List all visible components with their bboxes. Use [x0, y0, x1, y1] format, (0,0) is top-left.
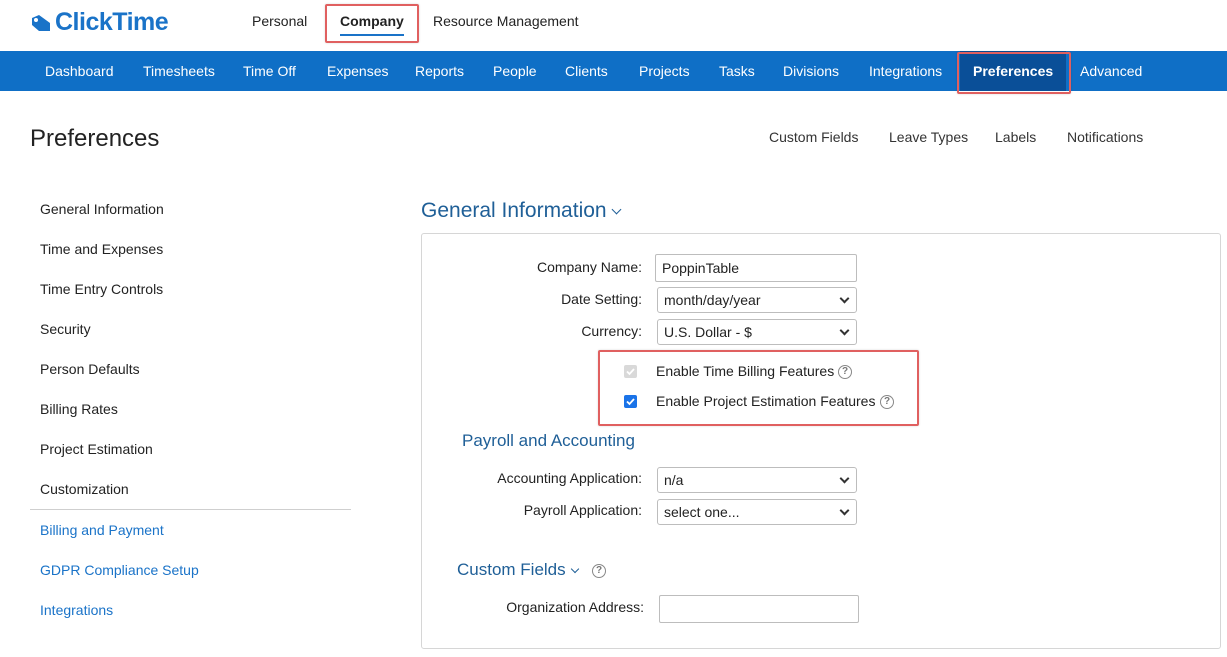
nav-divisions[interactable]: Divisions — [783, 51, 839, 91]
chevron-down-icon — [839, 505, 850, 516]
nav-clients[interactable]: Clients — [565, 51, 608, 91]
nav-dashboard[interactable]: Dashboard — [45, 51, 114, 91]
nav-people[interactable]: People — [493, 51, 537, 91]
time-billing-checkbox[interactable] — [624, 365, 637, 378]
general-information-title: General Information — [421, 199, 607, 222]
sidebar-item-customization[interactable]: Customization — [40, 481, 129, 497]
nav-reports[interactable]: Reports — [415, 51, 464, 91]
logo-text: ClickTime — [55, 8, 169, 36]
check-icon — [626, 368, 635, 376]
project-estimation-label: Enable Project Estimation Features — [656, 393, 876, 409]
check-icon — [626, 398, 635, 406]
nav-advanced[interactable]: Advanced — [1080, 51, 1142, 91]
currency-select[interactable]: U.S. Dollar - $ — [657, 319, 857, 345]
currency-value: U.S. Dollar - $ — [664, 324, 752, 340]
sidebar-link-billing-and-payment[interactable]: Billing and Payment — [40, 522, 164, 538]
sidebar-link-gdpr-compliance-setup[interactable]: GDPR Compliance Setup — [40, 562, 199, 578]
nav-tasks[interactable]: Tasks — [719, 51, 755, 91]
topnav-company-label: Company — [340, 13, 404, 29]
clicktime-logo[interactable]: ClickTime — [30, 8, 169, 37]
chevron-down-icon — [839, 325, 850, 336]
sidebar-item-billing-rates[interactable]: Billing Rates — [40, 401, 118, 417]
project-estimation-checkbox[interactable] — [624, 395, 637, 408]
sidebar-item-project-estimation[interactable]: Project Estimation — [40, 441, 153, 457]
chevron-down-icon — [839, 293, 850, 304]
topnav-resource-management[interactable]: Resource Management — [433, 13, 579, 29]
subnav-labels[interactable]: Labels — [995, 129, 1036, 145]
active-underline — [340, 34, 404, 36]
date-setting-value: month/day/year — [664, 292, 761, 308]
accounting-application-label: Accounting Application: — [497, 470, 642, 486]
accounting-application-value: n/a — [664, 472, 684, 488]
company-name-input[interactable] — [655, 254, 857, 282]
nav-projects[interactable]: Projects — [639, 51, 690, 91]
page-title: Preferences — [30, 125, 160, 152]
topnav-company[interactable]: Company — [340, 13, 404, 36]
main-nav: Dashboard Timesheets Time Off Expenses R… — [0, 51, 1227, 91]
payroll-accounting-title: Payroll and Accounting — [462, 431, 635, 450]
sidebar-item-general-information[interactable]: General Information — [40, 201, 164, 217]
top-bar: ClickTime Personal Company Resource Mana… — [0, 0, 1227, 51]
currency-label: Currency: — [581, 323, 642, 339]
sidebar-link-integrations[interactable]: Integrations — [40, 602, 113, 618]
chevron-down-icon — [570, 564, 579, 574]
organization-address-input[interactable] — [659, 595, 859, 623]
topnav-personal[interactable]: Personal — [252, 13, 307, 29]
nav-integrations[interactable]: Integrations — [869, 51, 942, 91]
payroll-application-value: select one... — [664, 504, 740, 520]
chevron-down-icon — [611, 204, 622, 215]
date-setting-select[interactable]: month/day/year — [657, 287, 857, 313]
organization-address-label: Organization Address: — [506, 599, 644, 615]
logo-icon — [32, 14, 50, 31]
subnav-custom-fields[interactable]: Custom Fields — [769, 129, 858, 145]
sidebar-divider — [30, 509, 351, 510]
sidebar-item-person-defaults[interactable]: Person Defaults — [40, 361, 140, 377]
custom-fields-title: Custom Fields — [457, 560, 566, 579]
general-information-toggle[interactable]: General Information — [421, 199, 622, 223]
sidebar-item-time-entry-controls[interactable]: Time Entry Controls — [40, 281, 163, 297]
nav-preferences[interactable]: Preferences — [960, 51, 1067, 91]
subnav-leave-types[interactable]: Leave Types — [889, 129, 968, 145]
custom-fields-toggle[interactable]: Custom Fields — [457, 560, 579, 580]
payroll-application-select[interactable]: select one... — [657, 499, 857, 525]
time-billing-label: Enable Time Billing Features — [656, 363, 835, 379]
nav-time-off[interactable]: Time Off — [243, 51, 296, 91]
accounting-application-select[interactable]: n/a — [657, 467, 857, 493]
help-icon[interactable]: ? — [592, 564, 606, 578]
company-name-label: Company Name: — [536, 259, 642, 275]
nav-expenses[interactable]: Expenses — [327, 51, 388, 91]
date-setting-label: Date Setting: — [561, 291, 642, 307]
sidebar-item-security[interactable]: Security — [40, 321, 91, 337]
payroll-application-label: Payroll Application: — [523, 502, 642, 518]
subnav-notifications[interactable]: Notifications — [1067, 129, 1143, 145]
chevron-down-icon — [839, 473, 850, 484]
help-icon[interactable]: ? — [838, 365, 852, 379]
help-icon[interactable]: ? — [880, 395, 894, 409]
nav-timesheets[interactable]: Timesheets — [143, 51, 215, 91]
sidebar-item-time-and-expenses[interactable]: Time and Expenses — [40, 241, 163, 257]
